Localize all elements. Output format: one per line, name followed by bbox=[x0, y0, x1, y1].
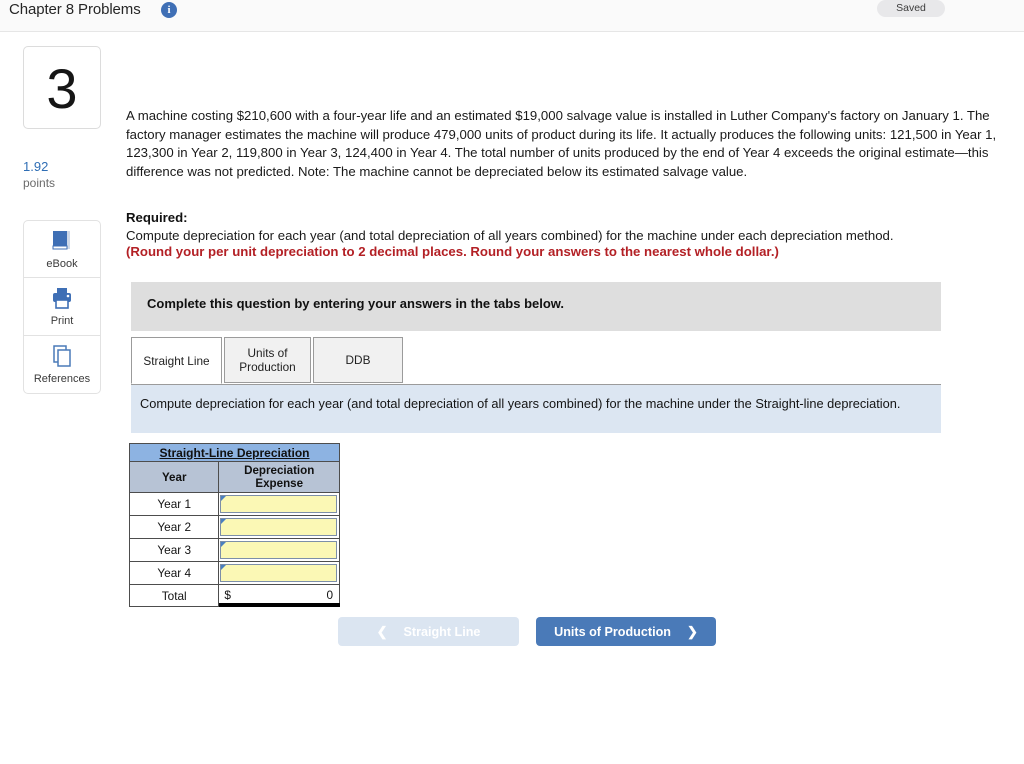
rounding-instruction: (Round your per unit depreciation to 2 d… bbox=[126, 244, 779, 259]
question-number-box: 3 bbox=[23, 46, 101, 129]
column-header-year: Year bbox=[128, 461, 220, 493]
points-value: 1.92 bbox=[23, 159, 49, 174]
chevron-right-icon: ❯ bbox=[686, 623, 698, 639]
depreciation-input-year-4[interactable] bbox=[220, 564, 337, 582]
prev-tab-label: Straight Line bbox=[403, 624, 481, 639]
tab-straight-line-label: Straight Line bbox=[143, 353, 210, 368]
status-badge-saved: Saved bbox=[877, 0, 945, 17]
references-label: References bbox=[33, 373, 91, 385]
copy-pages-icon bbox=[24, 344, 100, 370]
printer-icon bbox=[24, 286, 100, 312]
input-cell-year-2[interactable] bbox=[218, 515, 340, 539]
straight-line-answer-table: Straight-Line Depreciation Year Deprecia… bbox=[128, 443, 340, 607]
required-body-text: Compute depreciation for each year (and … bbox=[126, 228, 894, 243]
tab-units-of-production-label: Units of Production bbox=[239, 346, 296, 374]
input-cell-year-1[interactable] bbox=[218, 492, 340, 516]
tab-instruction-panel: Compute depreciation for each year (and … bbox=[131, 385, 941, 433]
chevron-left-icon: ❮ bbox=[376, 623, 388, 639]
table-title: Straight-Line Depreciation bbox=[129, 443, 340, 462]
info-icon[interactable]: i bbox=[161, 2, 177, 18]
references-button[interactable]: References bbox=[23, 336, 101, 394]
ebook-label: eBook bbox=[46, 258, 78, 270]
table-row: Year 1 bbox=[128, 492, 340, 516]
row-label-year-3: Year 3 bbox=[128, 538, 220, 562]
ebook-button[interactable]: eBook bbox=[23, 220, 101, 278]
row-label-year-1: Year 1 bbox=[128, 492, 220, 516]
complete-question-text: Complete this question by entering your … bbox=[147, 296, 565, 311]
depreciation-input-year-1[interactable] bbox=[220, 495, 337, 513]
input-cell-year-3[interactable] bbox=[218, 538, 340, 562]
depreciation-input-year-2[interactable] bbox=[220, 518, 337, 536]
total-value: 0 bbox=[326, 588, 333, 602]
required-heading: Required: bbox=[126, 210, 188, 225]
table-header-row: Year Depreciation Expense bbox=[128, 461, 340, 493]
tab-ddb[interactable]: DDB bbox=[313, 337, 403, 383]
tab-instruction-text: Compute depreciation for each year (and … bbox=[140, 396, 901, 411]
table-title-row: Straight-Line Depreciation bbox=[129, 443, 340, 462]
total-row-shadow bbox=[219, 603, 340, 607]
question-number: 3 bbox=[46, 57, 78, 120]
depreciation-input-year-3[interactable] bbox=[220, 541, 337, 559]
total-currency-symbol: $ bbox=[224, 588, 231, 602]
total-label: Total bbox=[128, 584, 220, 607]
next-tab-label: Units of Production bbox=[554, 624, 671, 639]
top-header-bar: Chapter 8 Problems i Saved bbox=[0, 0, 1024, 32]
input-cell-year-4[interactable] bbox=[218, 561, 340, 585]
page-title: Chapter 8 Problems bbox=[9, 1, 141, 18]
prev-tab-button[interactable]: ❮ Straight Line bbox=[338, 617, 519, 646]
points-label: points bbox=[23, 176, 56, 190]
tab-strip: Straight Line Units of Production DDB bbox=[131, 337, 941, 385]
table-row: Year 2 bbox=[128, 515, 340, 539]
book-icon bbox=[24, 229, 100, 255]
question-body-text: A machine costing $210,600 with a four-y… bbox=[126, 108, 997, 179]
tab-ddb-label: DDB bbox=[345, 353, 371, 367]
complete-question-bar: Complete this question by entering your … bbox=[131, 282, 941, 331]
tab-units-of-production[interactable]: Units of Production bbox=[224, 337, 311, 383]
table-row: Year 3 bbox=[128, 538, 340, 562]
print-label: Print bbox=[50, 315, 74, 327]
next-tab-button[interactable]: Units of Production ❯ bbox=[536, 617, 716, 646]
tab-straight-line[interactable]: Straight Line bbox=[131, 337, 222, 384]
row-label-year-2: Year 2 bbox=[128, 515, 220, 539]
table-row: Year 4 bbox=[128, 561, 340, 585]
column-header-depreciation-expense: Depreciation Expense bbox=[218, 461, 340, 493]
print-button[interactable]: Print bbox=[23, 278, 101, 336]
row-label-year-4: Year 4 bbox=[128, 561, 220, 585]
